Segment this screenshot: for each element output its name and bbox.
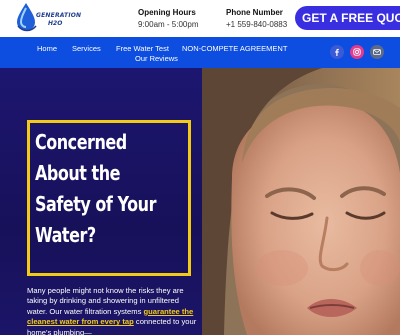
nav-services[interactable]: Services [72, 44, 101, 53]
logo-subtext: H2O [48, 20, 63, 27]
hero-headline: Concerned About the Safety of Your Water… [35, 127, 195, 251]
hero-section: Concerned About the Safety of Your Water… [0, 68, 400, 335]
hero-description: Many people might not know the risks the… [27, 286, 199, 335]
child-photo-image [202, 68, 400, 335]
phone-number: Phone Number +1 559-840-0883 [226, 8, 287, 30]
facebook-icon [335, 48, 339, 56]
facebook-link[interactable] [330, 45, 344, 59]
water-drop-logo-icon [17, 3, 37, 32]
mail-icon [373, 49, 381, 55]
get-free-quote-button[interactable]: GET A FREE QUOTE [295, 6, 400, 30]
logo-text: GENERATION [36, 12, 82, 19]
main-nav: Home Services Free Water Test NON-COMPET… [0, 37, 400, 68]
instagram-link[interactable] [350, 45, 364, 59]
headline-box: Concerned About the Safety of Your Water… [27, 120, 191, 276]
headline-line: About the [35, 161, 121, 185]
nav-non-compete-agreement[interactable]: NON-COMPETE AGREEMENT [182, 44, 287, 53]
site-logo[interactable]: GENERATION H2O [14, 2, 81, 34]
hero-photo-disgusted-child [202, 68, 400, 335]
phone-number-label: Phone Number [226, 8, 283, 17]
nav-free-water-test[interactable]: Free Water Test [116, 44, 169, 53]
phone-number-link[interactable]: +1 559-840-0883 [226, 19, 287, 30]
top-header: GENERATION H2O Opening Hours 9:00am - 5:… [0, 0, 400, 37]
nav-home[interactable]: Home [37, 44, 57, 53]
instagram-icon [353, 48, 361, 56]
email-link[interactable] [370, 45, 384, 59]
headline-line: Safety of Your [35, 192, 156, 216]
opening-hours-value: 9:00am - 5:00pm [138, 20, 199, 29]
nav-our-reviews[interactable]: Our Reviews [135, 54, 178, 63]
opening-hours: Opening Hours 9:00am - 5:00pm [138, 8, 198, 30]
headline-line: Water? [35, 223, 96, 247]
headline-line: Concerned [35, 130, 127, 154]
opening-hours-label: Opening Hours [138, 8, 196, 17]
